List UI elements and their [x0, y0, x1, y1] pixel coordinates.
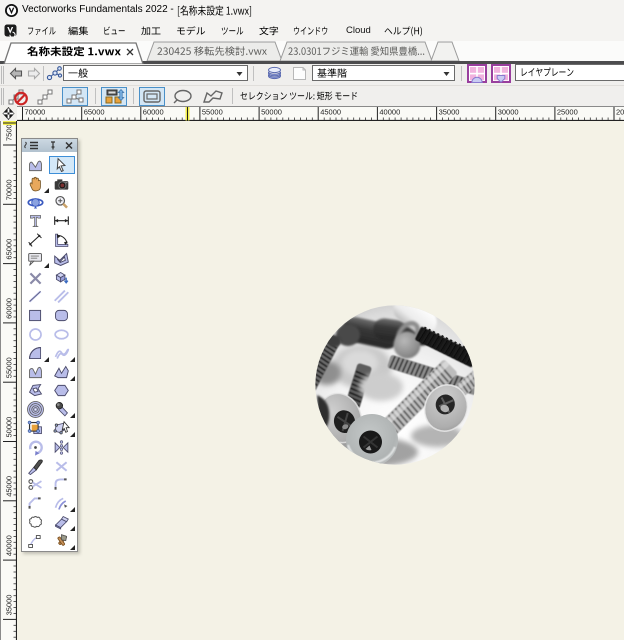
svg-text:65000: 65000 [84, 108, 105, 117]
svg-text:20000: 20000 [616, 108, 624, 117]
svg-text:60000: 60000 [143, 108, 164, 117]
svg-text:55000: 55000 [202, 108, 223, 117]
svg-text:65000: 65000 [5, 239, 14, 260]
svg-text:45000: 45000 [320, 108, 341, 117]
svg-text:35000: 35000 [5, 595, 14, 616]
svg-text:40000: 40000 [379, 108, 400, 117]
svg-text:50000: 50000 [261, 108, 282, 117]
svg-text:70000: 70000 [25, 108, 46, 117]
svg-text:55000: 55000 [5, 357, 14, 378]
svg-text:25000: 25000 [557, 108, 578, 117]
svg-text:35000: 35000 [439, 108, 460, 117]
svg-text:70000: 70000 [5, 179, 14, 200]
svg-text:50000: 50000 [5, 417, 14, 438]
svg-text:45000: 45000 [5, 476, 14, 497]
svg-text:40000: 40000 [5, 535, 14, 556]
svg-text:30000: 30000 [498, 108, 519, 117]
svg-text:60000: 60000 [5, 298, 14, 319]
